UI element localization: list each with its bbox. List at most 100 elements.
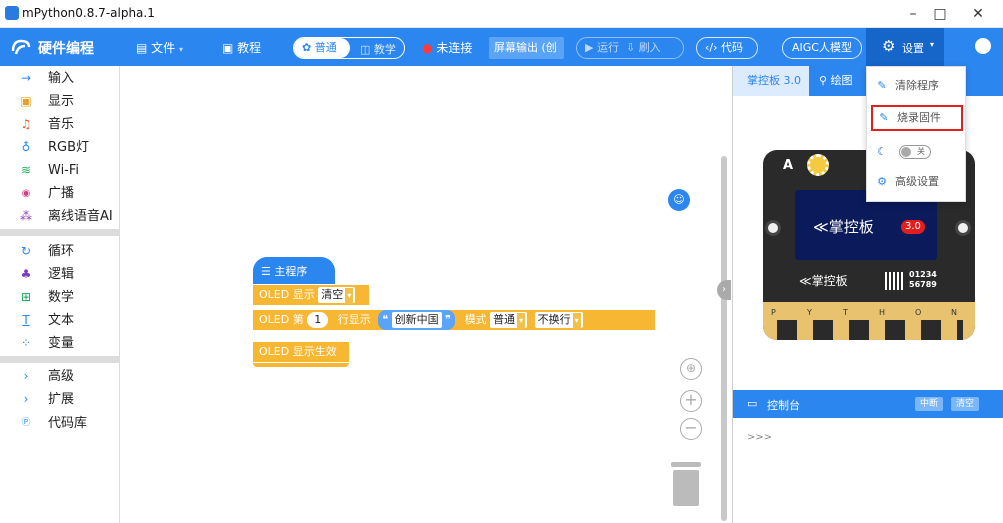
tab-board[interactable]: 掌控板 3.0 (733, 66, 809, 96)
user-avatar-icon[interactable] (975, 38, 991, 54)
aigc-button[interactable]: AIGC人模型 (782, 37, 862, 59)
category-logic[interactable]: ♣ 逻辑 (0, 263, 120, 286)
menu-item-theme-toggle[interactable]: ☾ 关 (867, 139, 967, 165)
board-serial-1: 01234 (909, 270, 937, 279)
text-value-input[interactable]: 创新中国 (391, 312, 442, 328)
normal-mode-icon: ✿ (302, 41, 312, 54)
maximize-button[interactable]: □ (925, 4, 955, 24)
text-string-block[interactable]: ❝ 创新中国 ❞ (378, 310, 456, 330)
mode-dropdown[interactable]: 普通 ▾ (490, 312, 528, 329)
mode-normal-label: 普通 (314, 41, 337, 54)
category-music[interactable]: ♫ 音乐 (0, 113, 120, 136)
pin-label: N (951, 308, 957, 317)
mode-teach-label: 教学 (373, 43, 396, 56)
window-title: mPython0.8.7-alpha.1 (22, 6, 155, 20)
console-icon: ▭ (747, 397, 758, 410)
line-number-input[interactable]: 1 (307, 312, 329, 328)
oled-show-block[interactable]: OLED 显示 清空 ▾ (253, 285, 369, 305)
run-button[interactable]: 运行 (597, 41, 619, 54)
wrench-icon: ✎ (877, 79, 887, 92)
minimize-button[interactable]: – (898, 4, 928, 24)
category-broadcast[interactable]: ◉ 广播 (0, 182, 120, 205)
category-voice-ai[interactable]: ⁂ 离线语音AI (0, 205, 120, 228)
connection-status[interactable]: ● 未连接 (422, 39, 472, 56)
file-icon: ▤ (136, 41, 148, 55)
tutorial-menu[interactable]: ▣ 教程 (222, 39, 261, 56)
recenter-icon[interactable]: ⊕ (680, 358, 702, 380)
code-button[interactable]: ‹/› 代码 (696, 37, 758, 59)
category-variable[interactable]: ⁘ 变量 (0, 332, 120, 355)
tab-draw[interactable]: ⚲ 绘图 (819, 66, 853, 96)
menu-item-burn-firmware[interactable]: ✎ 烧录固件 (871, 105, 963, 131)
console-stop-button[interactable]: 中断 (915, 397, 944, 411)
category-math[interactable]: ⊞ 数学 (0, 286, 120, 309)
menu-item-advanced-settings[interactable]: ⚙ 高级设置 (867, 169, 967, 195)
calculator-icon: ⊞ (20, 290, 32, 304)
board-logo-text: 掌控板 (828, 218, 874, 236)
wrap-dropdown[interactable]: 不换行 ▾ (534, 312, 583, 329)
brand-logo-icon (10, 37, 32, 59)
collapse-panel-handle[interactable]: › (717, 280, 731, 300)
line-show-label: 行显示 (337, 313, 371, 326)
category-code-library[interactable]: Ⓟ 代码库 (0, 412, 120, 435)
category-loop[interactable]: ↻ 循环 (0, 240, 120, 263)
button-b-icon[interactable] (955, 220, 971, 236)
console-clear-button[interactable]: 清空 (951, 397, 980, 411)
close-button[interactable]: ✕ (963, 4, 993, 24)
category-input[interactable]: → 输入 (0, 67, 120, 90)
category-label: 循环 (48, 244, 75, 259)
main-program-label: 主程序 (274, 265, 308, 278)
board-letter-a: A (783, 158, 794, 173)
brand-title: 硬件编程 (38, 41, 94, 57)
category-rgb[interactable]: ♁ RGB灯 (0, 136, 120, 159)
category-label: RGB灯 (48, 140, 90, 155)
loop-icon: ↻ (20, 244, 32, 258)
oled-effect-block[interactable]: OLED 显示生效 (253, 342, 349, 362)
category-text[interactable]: T 文本 (0, 309, 120, 332)
sidebar-divider (0, 229, 120, 236)
category-label: 广播 (48, 186, 75, 201)
oled-effect-label: OLED 显示生效 (259, 345, 337, 358)
mode-normal-tab[interactable]: ✿ 普通 (294, 38, 350, 58)
input-icon: → (20, 71, 32, 85)
menu-item-label: 清除程序 (895, 79, 939, 92)
chevron-down-icon: ▾ (179, 45, 184, 54)
file-menu[interactable]: ▤ 文件 ▾ (136, 39, 183, 56)
zoom-out-icon[interactable]: − (680, 418, 702, 440)
gear-icon: ⚙ (877, 175, 887, 188)
trash-icon[interactable] (669, 462, 703, 508)
block-workspace[interactable]: ☰ 主程序 OLED 显示 清空 ▾ OLED 第 1 行显示 ❝ 创新中国 ❞ … (121, 66, 732, 523)
flash-button[interactable]: 刷入 (639, 41, 661, 54)
category-label: 输入 (48, 71, 75, 86)
console-prompt[interactable]: >>> (747, 432, 772, 443)
workspace-scrollbar[interactable] (721, 156, 727, 521)
category-display[interactable]: ▣ 显示 (0, 90, 120, 113)
disconnected-dot-icon: ● (422, 41, 433, 55)
console-title: 控制台 (767, 399, 800, 412)
clear-dropdown[interactable]: 清空 ▾ (318, 287, 356, 304)
settings-menu-button[interactable]: ⚙ 设置 ▾ (866, 28, 944, 66)
clear-value: 清空 (321, 288, 344, 301)
menu-item-clear-program[interactable]: ✎ 清除程序 (867, 73, 967, 99)
oled-show-label: OLED 显示 (259, 288, 315, 301)
moon-icon: ☾ (877, 145, 887, 158)
category-extensions[interactable]: › 扩展 (0, 388, 120, 411)
category-label: 高级 (48, 369, 75, 384)
menu-item-label: 烧录固件 (897, 111, 941, 124)
rgb-led-icon (807, 154, 829, 176)
button-a-icon[interactable] (765, 220, 781, 236)
screen-output-button[interactable]: 屏幕输出 (创 (489, 37, 564, 59)
assistant-icon[interactable]: ☺ (668, 189, 690, 211)
category-advanced[interactable]: › 高级 (0, 365, 120, 388)
switch-knob (901, 147, 911, 157)
console-header: ▭ 控制台 中断 清空 (733, 390, 1003, 418)
board-logo: ≪掌控板 (813, 216, 874, 237)
block-bottom-edge (253, 363, 349, 367)
oled-line-block[interactable]: OLED 第 1 行显示 ❝ 创新中国 ❞ 模式 普通 ▾ 不换行 ▾ (253, 310, 655, 330)
pin-label: H (879, 308, 886, 317)
category-wifi[interactable]: ≋ Wi-Fi (0, 159, 120, 182)
mode-teach-tab[interactable]: ◫ 教学 (360, 41, 396, 57)
main-program-block[interactable]: ☰ 主程序 (253, 257, 335, 284)
zoom-in-icon[interactable]: + (680, 390, 702, 412)
board-serial: 01234 56789 (909, 270, 937, 290)
